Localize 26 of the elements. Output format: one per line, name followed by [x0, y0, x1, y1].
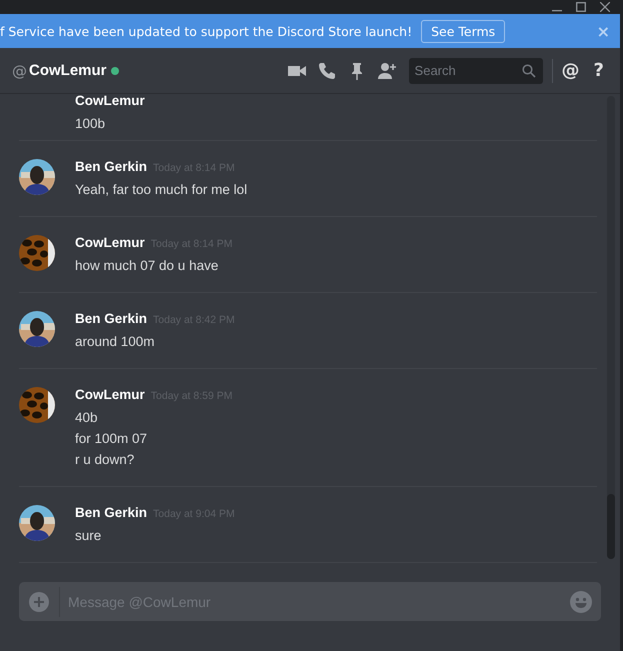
message-text: around 100m	[75, 333, 156, 351]
help-button[interactable]: ?	[594, 60, 604, 81]
message-text: for 100m 07	[75, 430, 148, 448]
channel-title: CowLemur	[29, 62, 107, 79]
username[interactable]: Ben Gerkin	[75, 311, 148, 326]
message-text: r u down?	[75, 451, 136, 469]
username[interactable]: CowLemur	[75, 235, 145, 250]
message-text: sure	[75, 527, 102, 545]
maximize-icon[interactable]	[576, 2, 586, 12]
notice-text: f Service have been updated to support the Discord Store launch!	[0, 24, 412, 38]
at-sign: @	[12, 62, 27, 80]
message-text: Yeah, far too much for me lol	[75, 181, 248, 199]
username[interactable]: Ben Gerkin	[75, 159, 148, 174]
add-user-icon[interactable]	[376, 60, 397, 80]
phone-icon[interactable]	[316, 60, 337, 80]
message-text: 40b	[75, 409, 99, 427]
search-icon	[522, 64, 536, 78]
username[interactable]: CowLemur	[75, 387, 145, 402]
message-text: 100b	[75, 115, 106, 133]
close-icon[interactable]	[600, 2, 610, 12]
username[interactable]: CowLemur	[75, 93, 145, 108]
username[interactable]: Ben Gerkin	[75, 505, 148, 520]
mentions-button[interactable]: @	[562, 60, 580, 81]
message-text: how much 07 do u have	[75, 257, 220, 275]
search-field[interactable]: Search	[408, 58, 543, 84]
scrollbar[interactable]	[607, 96, 615, 559]
